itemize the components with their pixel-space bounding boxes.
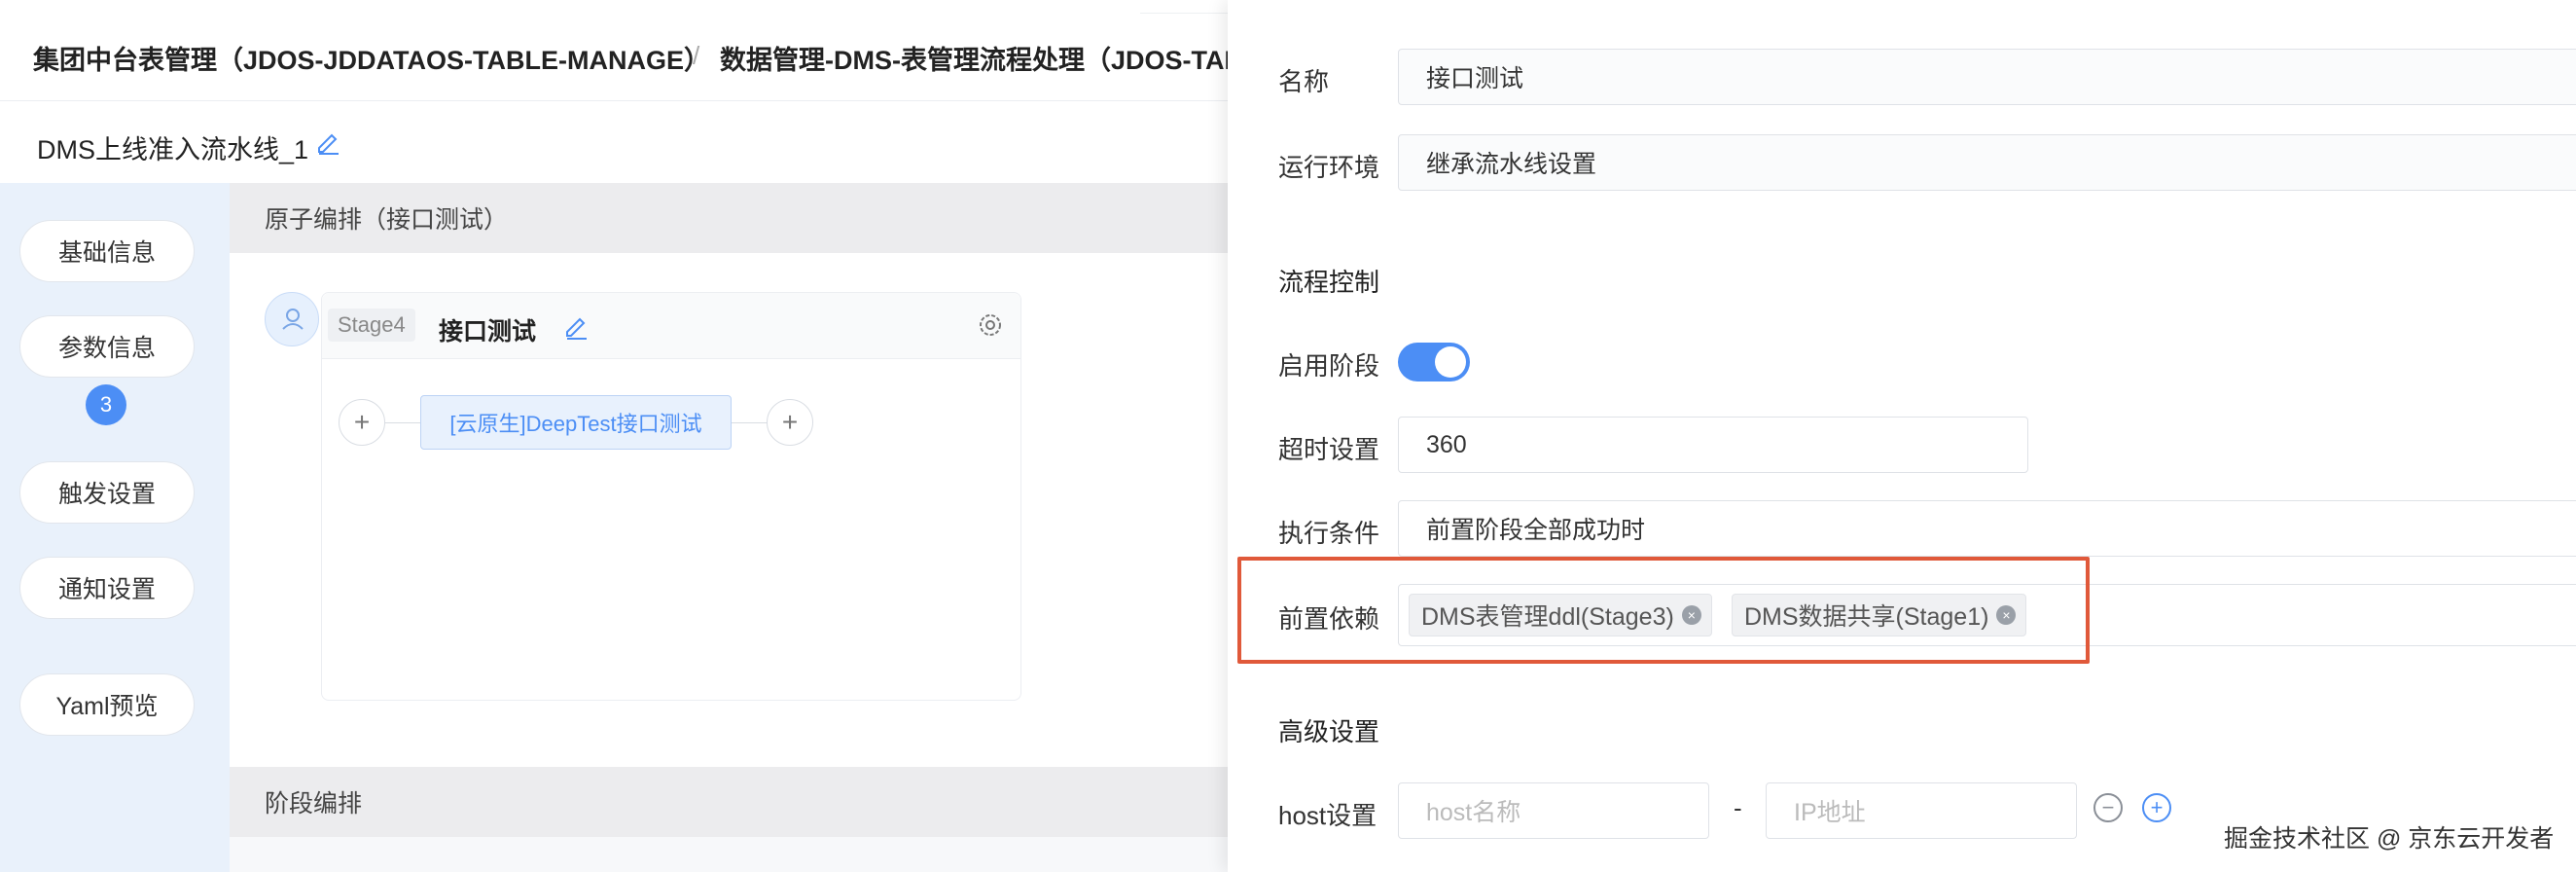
- sidebar-item-notify[interactable]: 通知设置: [19, 557, 195, 619]
- breadcrumb-separator: /: [693, 41, 700, 70]
- condition-label: 执行条件: [1278, 519, 1380, 548]
- dependencies-highlight-box: [1237, 557, 2090, 664]
- connector-line: [732, 422, 769, 423]
- sidebar-item-label: Yaml预览: [55, 693, 159, 720]
- breadcrumb-item-app[interactable]: 集团中台表管理（JDOS-JDDATAOS-TABLE-MANAGE）: [33, 39, 710, 77]
- env-value: 继承流水线设置: [1426, 151, 1597, 178]
- timeout-label: 超时设置: [1278, 435, 1380, 464]
- toggle-knob: [1435, 346, 1466, 378]
- stage-card-header: Stage4 接口测试: [322, 293, 1020, 359]
- pipeline-name: DMS上线准入流水线_1: [37, 135, 309, 164]
- breadcrumb-item-pipeline[interactable]: 数据管理-DMS-表管理流程处理（JDOS-TABL: [720, 39, 1228, 77]
- host-separator: -: [1734, 793, 1742, 822]
- params-count-badge: 3: [86, 384, 126, 425]
- sidebar-nav: 基础信息 参数信息 触发设置 通知设置 Yaml预览: [0, 183, 230, 872]
- pipeline-title-bar: DMS上线准入流水线_1: [0, 101, 1228, 183]
- atom-section-title: 原子编排（接口测试）: [265, 206, 509, 234]
- condition-select[interactable]: 前置阶段全部成功时: [1398, 500, 2576, 557]
- stage-card[interactable]: Stage4 接口测试: [321, 292, 1021, 701]
- remove-host-button[interactable]: −: [2093, 793, 2123, 822]
- host-label: host设置: [1278, 801, 1377, 830]
- stage-settings-drawer: 名称 接口测试 运行环境 继承流水线设置 流程控制 启用阶段 超时设置 360 …: [1228, 0, 2576, 872]
- sidebar-item-basic-info[interactable]: 基础信息: [19, 220, 195, 282]
- edit-pipeline-name-icon[interactable]: [313, 127, 342, 156]
- name-input[interactable]: 接口测试: [1398, 49, 2576, 105]
- condition-value: 前置阶段全部成功时: [1426, 517, 1646, 544]
- edit-stage-icon[interactable]: [561, 312, 590, 342]
- watermark: 掘金技术社区 @ 京东云开发者: [2224, 825, 2555, 853]
- add-task-before-button[interactable]: +: [339, 399, 385, 446]
- user-avatar-icon: [265, 292, 319, 346]
- gear-icon[interactable]: [974, 309, 1007, 342]
- env-label: 运行环境: [1278, 153, 1380, 182]
- sidebar-item-trigger[interactable]: 触发设置: [19, 461, 195, 524]
- enable-stage-label: 启用阶段: [1278, 351, 1380, 381]
- sidebar-item-params[interactable]: 参数信息: [19, 315, 195, 378]
- connector-line: [385, 422, 420, 423]
- sidebar-item-label: 参数信息: [57, 335, 156, 362]
- stage-title: 接口测试: [439, 318, 537, 345]
- host-name-input[interactable]: host名称: [1398, 782, 1709, 839]
- add-host-button[interactable]: +: [2142, 793, 2171, 822]
- task-chip-deeptest[interactable]: [云原生]DeepTest接口测试: [420, 395, 732, 450]
- timeout-input[interactable]: 360: [1398, 417, 2028, 473]
- advanced-title: 高级设置: [1278, 717, 1380, 746]
- atom-section-header: 原子编排（接口测试）: [230, 183, 1228, 253]
- sidebar-item-yaml[interactable]: Yaml预览: [19, 673, 195, 736]
- name-label: 名称: [1278, 67, 1330, 96]
- flow-control-title: 流程控制: [1278, 268, 1380, 297]
- plus-icon: +: [781, 407, 799, 437]
- sidebar-item-label: 基础信息: [57, 239, 156, 267]
- sidebar-item-label: 通知设置: [57, 576, 156, 603]
- add-task-after-button[interactable]: +: [767, 399, 813, 446]
- plus-icon: +: [353, 407, 371, 437]
- host-ip-input[interactable]: IP地址: [1766, 782, 2077, 839]
- stage-section-title: 阶段编排: [265, 790, 363, 818]
- name-value: 接口测试: [1426, 65, 1524, 92]
- sidebar-item-label: 触发设置: [57, 481, 156, 508]
- enable-stage-toggle[interactable]: [1398, 343, 1470, 382]
- top-bar: 集团中台表管理（JDOS-JDDATAOS-TABLE-MANAGE） / 数据…: [0, 0, 1228, 101]
- env-select[interactable]: 继承流水线设置: [1398, 134, 2576, 191]
- stage-tag: Stage4: [328, 309, 415, 342]
- timeout-value: 360: [1426, 430, 1467, 458]
- pipeline-editor-page: 集团中台表管理（JDOS-JDDATAOS-TABLE-MANAGE） / 数据…: [0, 0, 1228, 872]
- stage-section-header: 阶段编排: [230, 767, 1228, 837]
